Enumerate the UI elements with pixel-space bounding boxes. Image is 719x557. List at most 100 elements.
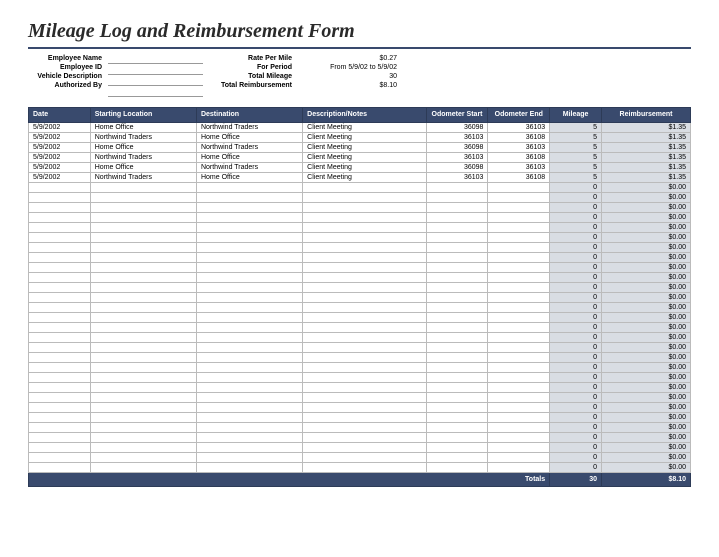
table-cell[interactable] xyxy=(303,383,427,393)
table-cell[interactable] xyxy=(29,233,91,243)
table-cell[interactable] xyxy=(196,333,302,343)
table-cell[interactable] xyxy=(426,263,488,273)
table-cell[interactable]: Home Office xyxy=(90,123,196,133)
table-cell[interactable] xyxy=(29,403,91,413)
table-cell[interactable] xyxy=(29,243,91,253)
table-cell[interactable] xyxy=(426,393,488,403)
table-cell[interactable] xyxy=(488,343,550,353)
table-cell[interactable]: 5/9/2002 xyxy=(29,133,91,143)
table-cell[interactable] xyxy=(90,453,196,463)
table-cell[interactable] xyxy=(29,383,91,393)
table-cell[interactable] xyxy=(488,273,550,283)
table-cell[interactable] xyxy=(426,383,488,393)
table-cell[interactable] xyxy=(90,363,196,373)
table-cell[interactable] xyxy=(303,323,427,333)
table-cell[interactable] xyxy=(29,273,91,283)
table-cell[interactable] xyxy=(196,463,302,473)
table-cell[interactable] xyxy=(426,323,488,333)
table-cell[interactable] xyxy=(426,213,488,223)
table-cell[interactable]: 36108 xyxy=(488,153,550,163)
table-cell[interactable] xyxy=(29,303,91,313)
table-cell[interactable] xyxy=(488,223,550,233)
table-cell[interactable] xyxy=(488,253,550,263)
table-cell[interactable]: 36103 xyxy=(426,153,488,163)
table-cell[interactable] xyxy=(426,423,488,433)
table-cell[interactable] xyxy=(90,333,196,343)
table-cell[interactable] xyxy=(488,293,550,303)
table-cell[interactable]: Northwind Traders xyxy=(90,173,196,183)
table-cell[interactable] xyxy=(90,273,196,283)
table-cell[interactable] xyxy=(29,373,91,383)
table-cell[interactable] xyxy=(196,363,302,373)
table-cell[interactable] xyxy=(196,223,302,233)
vehicle-description-field[interactable] xyxy=(108,77,203,86)
table-cell[interactable] xyxy=(196,423,302,433)
table-cell[interactable] xyxy=(303,433,427,443)
table-cell[interactable] xyxy=(196,203,302,213)
authorized-by-field[interactable] xyxy=(108,88,203,97)
table-cell[interactable]: 36098 xyxy=(426,163,488,173)
table-cell[interactable] xyxy=(488,443,550,453)
table-cell[interactable]: Home Office xyxy=(196,153,302,163)
table-cell[interactable] xyxy=(90,203,196,213)
table-cell[interactable] xyxy=(90,293,196,303)
table-cell[interactable] xyxy=(303,253,427,263)
table-cell[interactable] xyxy=(426,413,488,423)
table-cell[interactable]: 36103 xyxy=(488,123,550,133)
table-cell[interactable] xyxy=(29,463,91,473)
table-cell[interactable] xyxy=(90,433,196,443)
table-cell[interactable] xyxy=(488,373,550,383)
table-cell[interactable] xyxy=(303,443,427,453)
table-cell[interactable] xyxy=(90,243,196,253)
table-cell[interactable] xyxy=(488,453,550,463)
table-cell[interactable] xyxy=(29,333,91,343)
table-cell[interactable] xyxy=(196,303,302,313)
table-cell[interactable] xyxy=(488,363,550,373)
table-cell[interactable] xyxy=(303,263,427,273)
table-cell[interactable] xyxy=(488,413,550,423)
table-cell[interactable] xyxy=(29,293,91,303)
table-cell[interactable] xyxy=(426,433,488,443)
table-cell[interactable] xyxy=(29,203,91,213)
table-cell[interactable] xyxy=(488,433,550,443)
table-cell[interactable] xyxy=(90,223,196,233)
table-cell[interactable]: Client Meeting xyxy=(303,173,427,183)
table-cell[interactable]: Home Office xyxy=(90,143,196,153)
table-cell[interactable] xyxy=(303,333,427,343)
table-cell[interactable] xyxy=(196,313,302,323)
table-cell[interactable] xyxy=(29,413,91,423)
table-cell[interactable] xyxy=(488,323,550,333)
table-cell[interactable] xyxy=(29,393,91,403)
table-cell[interactable] xyxy=(488,283,550,293)
table-cell[interactable] xyxy=(488,353,550,363)
table-cell[interactable] xyxy=(196,193,302,203)
table-cell[interactable] xyxy=(488,183,550,193)
table-cell[interactable] xyxy=(303,243,427,253)
table-cell[interactable] xyxy=(488,423,550,433)
table-cell[interactable] xyxy=(303,213,427,223)
table-cell[interactable] xyxy=(303,353,427,363)
table-cell[interactable] xyxy=(488,213,550,223)
table-cell[interactable]: Northwind Traders xyxy=(196,143,302,153)
table-cell[interactable] xyxy=(196,323,302,333)
table-cell[interactable] xyxy=(426,353,488,363)
table-cell[interactable] xyxy=(303,203,427,213)
table-cell[interactable]: Client Meeting xyxy=(303,123,427,133)
table-cell[interactable] xyxy=(90,233,196,243)
table-cell[interactable] xyxy=(196,393,302,403)
table-cell[interactable] xyxy=(303,403,427,413)
table-cell[interactable] xyxy=(29,363,91,373)
table-cell[interactable] xyxy=(426,363,488,373)
table-cell[interactable] xyxy=(196,413,302,423)
table-cell[interactable] xyxy=(196,233,302,243)
table-cell[interactable] xyxy=(303,223,427,233)
table-cell[interactable] xyxy=(303,423,427,433)
table-cell[interactable]: Client Meeting xyxy=(303,153,427,163)
table-cell[interactable]: Northwind Traders xyxy=(90,133,196,143)
table-cell[interactable] xyxy=(196,183,302,193)
table-cell[interactable] xyxy=(196,343,302,353)
table-cell[interactable]: 36098 xyxy=(426,123,488,133)
table-cell[interactable] xyxy=(426,193,488,203)
table-cell[interactable] xyxy=(196,263,302,273)
table-cell[interactable] xyxy=(488,403,550,413)
